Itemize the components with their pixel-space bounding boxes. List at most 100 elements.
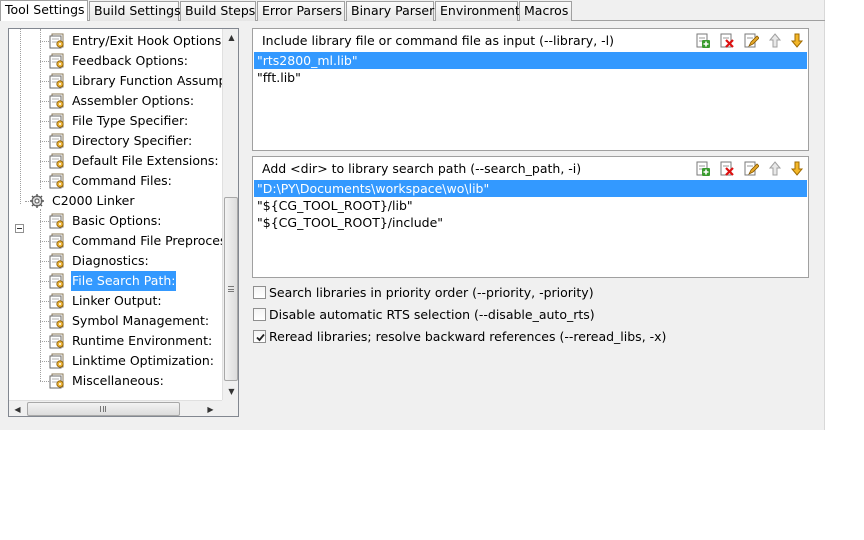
tree-connector [40,281,49,282]
tree-item-label: Runtime Environment: [72,333,213,348]
tree-connector [40,121,49,122]
delete-icon[interactable] [719,160,735,177]
option-page-icon [49,313,65,329]
tree-connector [40,341,49,342]
list-item[interactable]: "${CG_TOOL_ROOT}/include" [254,214,807,231]
tree-connector [40,141,49,142]
tab-environment[interactable]: Environment [435,1,520,21]
reread-libs-label: Reread libraries; resolve backward refer… [269,329,667,344]
option-page-icon [49,253,65,269]
option-page-icon [49,173,65,189]
delete-icon[interactable] [719,32,735,49]
tree-connector [40,381,49,382]
list-item[interactable]: "D:\PY\Documents\workspace\wo\lib" [254,180,807,197]
scroll-up-arrow-icon[interactable]: ▲ [223,29,238,46]
edit-icon[interactable] [743,160,760,177]
tree-connector [40,101,49,102]
tab-build-steps[interactable]: Build Steps [180,1,256,21]
tab-error-parsers[interactable]: Error Parsers [257,1,345,21]
tree-item-label: C2000 Linker [52,193,135,208]
tree-connector [40,209,41,381]
disable-auto-rts-checkbox[interactable] [253,308,266,321]
tree-item-label: Feedback Options: [72,53,188,68]
priority-search-label: Search libraries in priority order (--pr… [269,285,594,300]
add-icon[interactable] [695,32,711,49]
tab-macros[interactable]: Macros [519,1,572,21]
check-mark-icon [256,333,265,342]
tree-connector [40,321,49,322]
option-page-icon [49,133,65,149]
option-page-icon [49,93,65,109]
option-page-icon [49,333,65,349]
tree-connector [40,301,49,302]
option-page-icon [49,33,65,49]
add-icon[interactable] [695,160,711,177]
tree-connector [40,261,49,262]
scroll-grip-icon [228,286,234,292]
priority-search-checkbox[interactable] [253,286,266,299]
option-page-icon [49,113,65,129]
tree-item-label: Symbol Management: [72,313,210,328]
search-path-panel-toolbar [695,160,805,178]
search-path-list-panel[interactable]: Add <dir> to library search path (--sear… [252,156,809,278]
option-page-icon [49,353,65,369]
option-page-icon [49,213,65,229]
move-up-icon[interactable] [767,160,783,177]
option-page-icon [49,373,65,389]
tree-connector [40,61,49,62]
option-page-icon [49,293,65,309]
library-panel-toolbar [695,32,805,50]
library-list-panel[interactable]: Include library file or command file as … [252,28,809,151]
tree-vertical-scrollbar[interactable]: ▲ ▼ [222,29,238,400]
tab-bar: Tool Settings Build Settings Build Steps… [0,0,825,21]
tree-item-label: Command Files: [72,173,172,188]
option-page-icon [49,73,65,89]
tree-item-label: Directory Specifier: [72,133,193,148]
scroll-left-arrow-icon[interactable]: ◀ [9,401,26,416]
tree-connector [20,29,21,204]
option-page-icon [49,273,65,289]
move-down-icon[interactable] [789,32,805,49]
tree-connector [40,361,49,362]
move-up-icon[interactable] [767,32,783,49]
tab-build-settings[interactable]: Build Settings [89,1,181,21]
collapse-toggle-icon[interactable] [15,224,24,233]
tree-item-label: Command File Preprocess [72,233,234,248]
option-page-icon [49,153,65,169]
list-item[interactable]: "${CG_TOOL_ROOT}/lib" [254,197,807,214]
settings-tree[interactable]: Entry/Exit Hook Options: Feedback Options… [8,28,239,417]
tree-item-label: Linker Output: [72,293,162,308]
tree-connector [40,81,49,82]
tree-vertical-scroll-thumb[interactable] [224,197,238,381]
scroll-down-arrow-icon[interactable]: ▼ [223,383,238,400]
tree-connector [40,181,49,182]
tree-item-label: Linktime Optimization: [72,353,214,368]
tree-item-label: File Type Specifier: [72,113,189,128]
reread-libs-checkbox[interactable] [253,330,266,343]
scroll-right-arrow-icon[interactable]: ▶ [202,401,219,416]
tab-binary-parser[interactable]: Binary Parser [346,1,434,21]
list-item[interactable]: "fft.lib" [254,69,807,86]
properties-frame: Tool Settings Build Settings Build Steps… [0,0,825,430]
option-page-icon [49,53,65,69]
tab-tool-settings[interactable]: Tool Settings [0,0,88,21]
edit-icon[interactable] [743,32,760,49]
tree-horizontal-scrollbar[interactable]: ◀ ▶ [9,400,222,416]
library-panel-title: Include library file or command file as … [262,33,615,48]
tree-item-label: Library Function Assumpti [72,73,235,88]
disable-auto-rts-label: Disable automatic RTS selection (--disab… [269,307,595,322]
tree-connector [40,221,49,222]
tree-item-label: Default File Extensions: [72,153,219,168]
tree-item-label: Assembler Options: [72,93,195,108]
tree-horizontal-scroll-thumb[interactable] [27,402,180,416]
move-down-icon[interactable] [789,160,805,177]
tree-connector [25,201,29,202]
tree-connector [40,29,41,189]
option-page-icon [49,233,65,249]
tree-connector [40,241,49,242]
search-path-panel-title: Add <dir> to library search path (--sear… [262,161,582,176]
tool-gear-icon [29,193,45,209]
tree-item-label: Entry/Exit Hook Options: [72,33,226,48]
list-item[interactable]: "rts2800_ml.lib" [254,52,807,69]
tree-item-label: File Search Path: [71,271,177,291]
